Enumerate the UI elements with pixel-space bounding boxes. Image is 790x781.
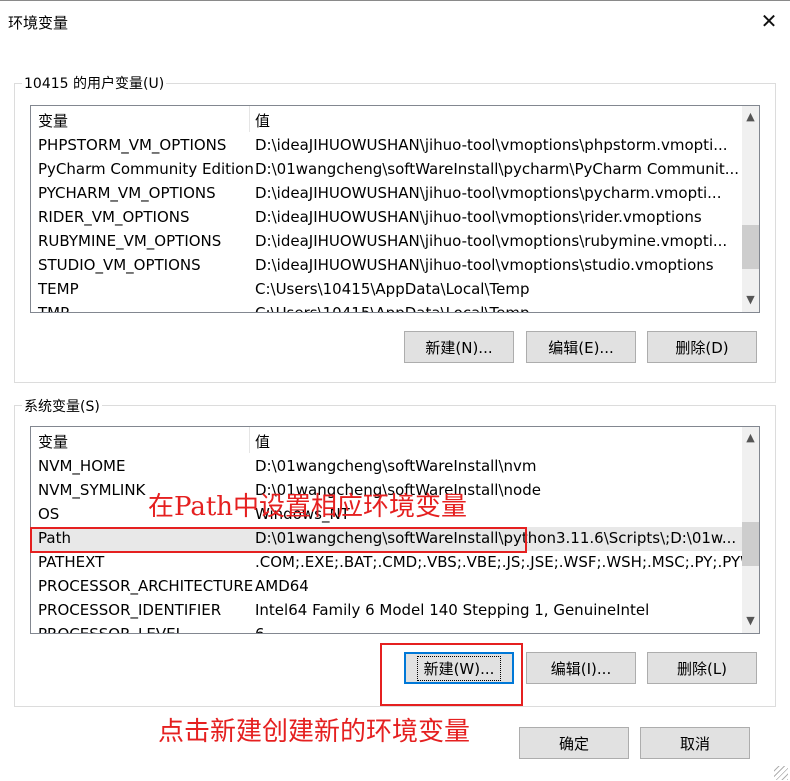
user-vars-header: 变量 值 bbox=[31, 106, 759, 132]
table-row[interactable]: PROCESSOR_IDENTIFIER Intel64 Family 6 Mod… bbox=[31, 599, 742, 623]
path-highlight-box bbox=[30, 527, 527, 553]
var-value: D:\01wangcheng\softWareInstall\pycharm\P… bbox=[255, 160, 740, 178]
var-name: PROCESSOR_ARCHITECTURE bbox=[38, 577, 254, 595]
var-name: TEMP bbox=[38, 280, 79, 298]
col-name-header[interactable]: 变量 bbox=[38, 110, 68, 131]
table-row[interactable]: RUBYMINE_VM_OPTIONS D:\ideaJIHUOWUSHAN\ji… bbox=[31, 230, 742, 254]
user-vars-label: 10415 的用户变量(U) bbox=[22, 73, 167, 93]
sys-delete-button[interactable]: 删除(L) bbox=[647, 652, 757, 684]
var-value: D:\ideaJIHUOWUSHAN\jihuo-tool\vmoptions\… bbox=[255, 208, 702, 226]
ok-button[interactable]: 确定 bbox=[519, 727, 629, 759]
path-annotation: 在Path中设置相应环境变量 bbox=[148, 492, 468, 522]
var-name: PyCharm Community Edition bbox=[38, 160, 254, 178]
table-row[interactable]: RIDER_VM_OPTIONS D:\ideaJIHUOWUSHAN\jihuo… bbox=[31, 206, 742, 230]
user-vars-list[interactable]: 变量 值 PHPSTORM_VM_OPTIONS D:\ideaJIHUOWUSH… bbox=[30, 105, 760, 313]
new-button-highlight-box bbox=[380, 643, 523, 706]
var-value: C:\Users\10415\AppData\Local\Temp bbox=[255, 280, 530, 298]
col-divider bbox=[249, 427, 250, 453]
table-row[interactable]: TEMP C:\Users\10415\AppData\Local\Temp bbox=[31, 278, 742, 302]
new-annotation: 点击新建创建新的环境变量 bbox=[158, 717, 471, 747]
table-row[interactable]: PATHEXT .COM;.EXE;.BAT;.CMD;.VBS;.VBE;.JS… bbox=[31, 551, 755, 575]
scroll-down-icon[interactable]: ▼ bbox=[742, 291, 759, 308]
sys-edit-button[interactable]: 编辑(I)... bbox=[526, 652, 636, 684]
sys-vars-label: 系统变量(S) bbox=[22, 396, 102, 416]
var-value: D:\ideaJIHUOWUSHAN\jihuo-tool\vmoptions\… bbox=[255, 232, 728, 250]
scroll-thumb[interactable] bbox=[742, 522, 759, 566]
var-name: NVM_SYMLINK bbox=[38, 481, 146, 499]
col-value-header[interactable]: 值 bbox=[255, 431, 270, 452]
col-name-header[interactable]: 变量 bbox=[38, 431, 68, 452]
var-name: TMP bbox=[38, 304, 70, 313]
scroll-down-icon[interactable]: ▼ bbox=[742, 612, 759, 629]
var-name: OS bbox=[38, 505, 60, 523]
cancel-button[interactable]: 取消 bbox=[640, 727, 750, 759]
scroll-up-icon[interactable]: ▲ bbox=[742, 429, 759, 446]
col-divider bbox=[249, 106, 250, 132]
table-row[interactable]: PyCharm Community Edition D:\01wangcheng\… bbox=[31, 158, 742, 182]
var-value: C:\Users\10415\AppData\Local\Temp bbox=[255, 304, 530, 313]
table-row[interactable]: PROCESSOR_LEVEL 6 bbox=[31, 623, 742, 634]
col-value-header[interactable]: 值 bbox=[255, 110, 270, 131]
var-name: PROCESSOR_LEVEL bbox=[38, 625, 184, 634]
var-value: D:\ideaJIHUOWUSHAN\jihuo-tool\vmoptions\… bbox=[255, 136, 728, 154]
var-value: D:\ideaJIHUOWUSHAN\jihuo-tool\vmoptions\… bbox=[255, 256, 714, 274]
table-row[interactable]: PYCHARM_VM_OPTIONS D:\ideaJIHUOWUSHAN\jih… bbox=[31, 182, 742, 206]
table-row[interactable]: STUDIO_VM_OPTIONS D:\ideaJIHUOWUSHAN\jihu… bbox=[31, 254, 742, 278]
sys-vars-header: 变量 值 bbox=[31, 427, 759, 453]
var-value: AMD64 bbox=[255, 577, 309, 595]
var-name: PHPSTORM_VM_OPTIONS bbox=[38, 136, 227, 154]
scroll-up-icon[interactable]: ▲ bbox=[742, 108, 759, 125]
user-edit-button[interactable]: 编辑(E)... bbox=[526, 331, 636, 363]
scroll-thumb[interactable] bbox=[742, 225, 759, 269]
var-value: D:\ideaJIHUOWUSHAN\jihuo-tool\vmoptions\… bbox=[255, 184, 722, 202]
var-name: RUBYMINE_VM_OPTIONS bbox=[38, 232, 222, 250]
table-row[interactable]: PHPSTORM_VM_OPTIONS D:\ideaJIHUOWUSHAN\ji… bbox=[31, 134, 742, 158]
window-top-border bbox=[0, 0, 790, 1]
window-title: 环境变量 bbox=[8, 14, 69, 32]
var-value: D:\01wangcheng\softWareInstall\nvm bbox=[255, 457, 537, 475]
sys-vars-scrollbar[interactable]: ▲ ▼ bbox=[742, 427, 759, 633]
var-value: 6 bbox=[255, 625, 265, 634]
resize-grip-icon[interactable] bbox=[774, 766, 788, 780]
table-row[interactable]: NVM_HOME D:\01wangcheng\softWareInstall\n… bbox=[31, 455, 742, 479]
var-name: PYCHARM_VM_OPTIONS bbox=[38, 184, 216, 202]
user-vars-scrollbar[interactable]: ▲ ▼ bbox=[742, 106, 759, 312]
table-row[interactable]: TMP C:\Users\10415\AppData\Local\Temp bbox=[31, 302, 742, 313]
table-row[interactable]: PROCESSOR_ARCHITECTURE AMD64 bbox=[31, 575, 742, 599]
user-delete-button[interactable]: 删除(D) bbox=[647, 331, 757, 363]
close-icon[interactable]: ✕ bbox=[752, 6, 786, 36]
var-name: STUDIO_VM_OPTIONS bbox=[38, 256, 201, 274]
var-value: Intel64 Family 6 Model 140 Stepping 1, G… bbox=[255, 601, 650, 619]
var-value: .COM;.EXE;.BAT;.CMD;.VBS;.VBE;.JS;.JSE;.… bbox=[255, 553, 755, 571]
var-name: PROCESSOR_IDENTIFIER bbox=[38, 601, 222, 619]
var-name: PATHEXT bbox=[38, 553, 105, 571]
user-new-button[interactable]: 新建(N)... bbox=[404, 331, 514, 363]
var-name: NVM_HOME bbox=[38, 457, 126, 475]
var-name: RIDER_VM_OPTIONS bbox=[38, 208, 190, 226]
